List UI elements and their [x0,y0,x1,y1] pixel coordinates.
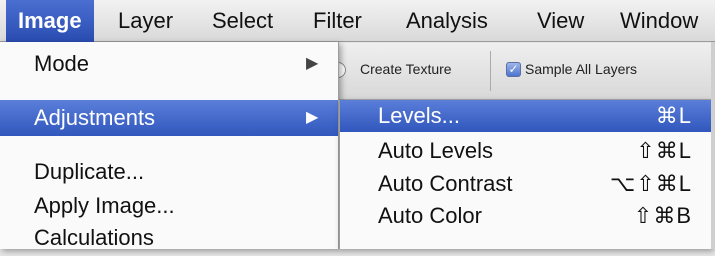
sample-all-layers-label: Sample All Layers [525,61,638,77]
submenu-item-levels[interactable]: Levels... ⌘L [340,100,712,132]
submenu-arrow-icon: ▶ [306,55,319,72]
menu-item-adjustments[interactable]: Adjustments ▶ [0,100,338,136]
adjustments-submenu: Levels... ⌘L Auto Levels ⇧⌘L Auto Contra… [339,100,712,249]
shortcut-label: ⇧⌘B [633,203,692,228]
menu-item-label: Adjustments [34,105,156,130]
menu-layer[interactable]: Layer [118,0,173,42]
options-separator [490,51,491,91]
menu-view[interactable]: View [537,0,584,42]
submenu-arrow-icon: ▶ [306,109,319,126]
menu-item-label: Mode [34,51,90,76]
menu-filter[interactable]: Filter [313,0,362,42]
menu-image[interactable]: Image [6,0,94,42]
menu-item-label: Calculations [34,225,154,250]
image-menu-dropdown: Mode ▶ Adjustments ▶ Duplicate... Apply … [0,42,339,250]
window-edge [711,42,715,249]
shortcut-label: ⌘L [655,103,692,128]
menu-item-label: Apply Image... [34,193,175,218]
menu-item-apply-image[interactable]: Apply Image... [0,188,338,224]
submenu-item-auto-levels[interactable]: Auto Levels ⇧⌘L [340,135,712,167]
shortcut-label: ⌥⇧⌘L [609,171,692,196]
menu-bar: Image Layer Select Filter Analysis View … [0,0,715,42]
submenu-item-label: Auto Contrast [378,171,513,196]
submenu-item-auto-color[interactable]: Auto Color ⇧⌘B [340,200,712,232]
menu-window[interactable]: Window [620,0,698,42]
menu-item-label: Duplicate... [34,159,145,184]
menu-item-calculations[interactable]: Calculations [0,220,338,256]
menu-select[interactable]: Select [212,0,273,42]
menu-item-mode[interactable]: Mode ▶ [0,46,338,82]
menu-item-duplicate[interactable]: Duplicate... [0,154,338,190]
sample-all-layers-checkbox[interactable]: ✓ [506,62,521,77]
create-texture-label: Create Texture [360,61,452,77]
shortcut-label: ⇧⌘L [636,138,692,163]
submenu-item-auto-contrast[interactable]: Auto Contrast ⌥⇧⌘L [340,168,712,200]
menu-analysis[interactable]: Analysis [406,0,488,42]
submenu-item-label: Levels... [378,103,460,128]
submenu-item-label: Auto Color [378,203,482,228]
submenu-item-label: Auto Levels [378,138,493,163]
